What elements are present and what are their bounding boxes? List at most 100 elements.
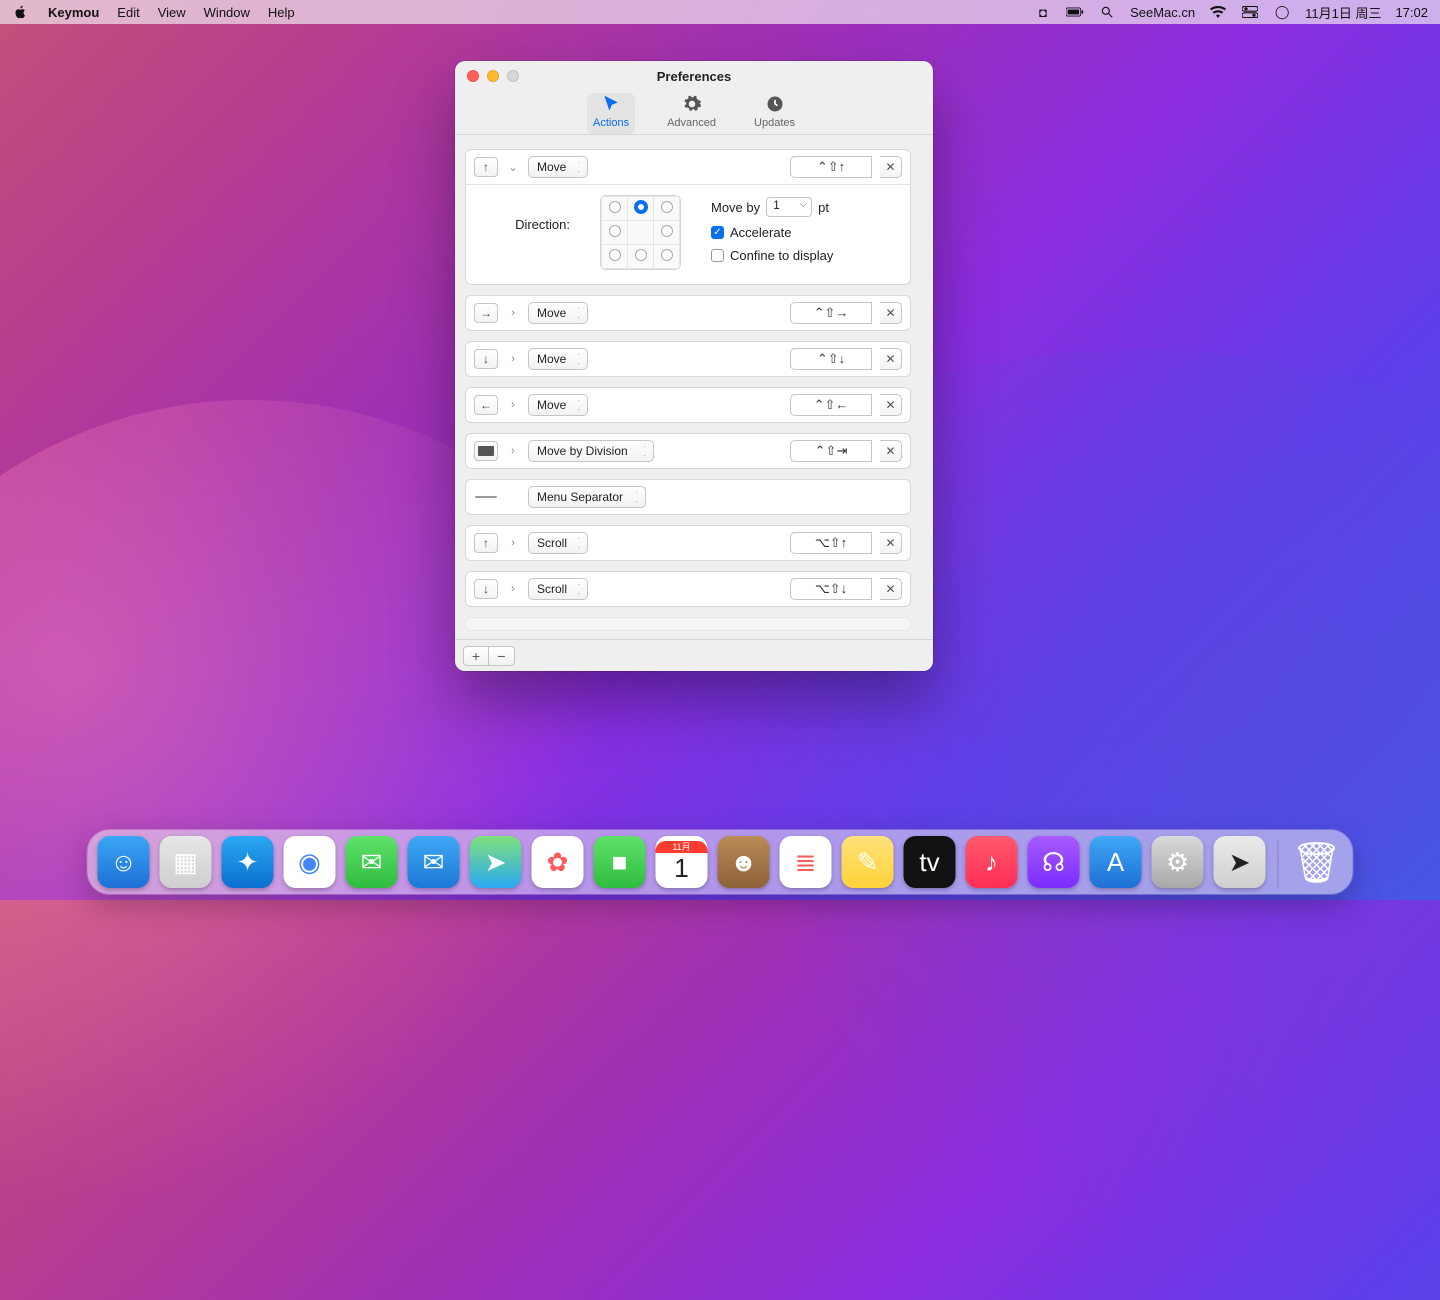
expand-toggle[interactable]: ⌄ (506, 161, 520, 174)
direction-icon-down[interactable]: ↓ (474, 579, 498, 599)
shortcut-field[interactable]: ⌃⇧→ (790, 302, 872, 324)
dock-keymou[interactable]: ➤ (1214, 836, 1266, 888)
apple-menu-icon[interactable] (12, 3, 30, 21)
expand-toggle[interactable]: › (506, 307, 520, 319)
shortcut-field[interactable]: ⌃⇧↓ (790, 348, 872, 370)
menubar-time[interactable]: 17:02 (1395, 5, 1428, 20)
shortcut-clear-button[interactable]: ✕ (880, 532, 902, 554)
shortcut-clear-button[interactable]: ✕ (880, 156, 902, 178)
shortcut-clear-button[interactable]: ✕ (880, 302, 902, 324)
dock-calendar[interactable]: 11月1 (656, 836, 708, 888)
updates-icon (764, 93, 786, 115)
action-select[interactable]: Move (528, 156, 588, 178)
action-select[interactable]: Move by Division (528, 440, 654, 462)
direction-icon-left[interactable]: ← (474, 395, 498, 415)
dock-music[interactable]: ♪ (966, 836, 1018, 888)
add-action-button[interactable]: + (463, 646, 489, 666)
dock-mail[interactable]: ✉ (408, 836, 460, 888)
action-row-menu-separator: Menu Separator (465, 479, 911, 515)
expand-toggle[interactable]: › (506, 353, 520, 365)
tab-updates[interactable]: Updates (748, 93, 801, 134)
moveby-unit: pt (818, 200, 829, 215)
dock-appstore[interactable]: A (1090, 836, 1142, 888)
footer-toolbar: + − (455, 639, 933, 671)
menu-window[interactable]: Window (204, 5, 250, 20)
dock-maps[interactable]: ➤ (470, 836, 522, 888)
action-detail-panel: Direction: Move by 1 pt (466, 184, 910, 284)
action-select[interactable]: Move (528, 394, 588, 416)
dock-launchpad[interactable]: ▦ (160, 836, 212, 888)
moveby-field[interactable]: 1 (766, 197, 812, 217)
tab-updates-label: Updates (754, 117, 795, 129)
dock-facetime[interactable]: ■ (594, 836, 646, 888)
direction-grid[interactable] (600, 195, 681, 270)
action-select[interactable]: Move (528, 302, 588, 324)
siri-icon[interactable]: ◯ (1273, 3, 1291, 21)
gear-icon (681, 93, 703, 115)
dock-contacts[interactable]: ☻ (718, 836, 770, 888)
action-row-move-down: ↓ › Move ⌃⇧↓ ✕ (465, 341, 911, 377)
cursor-icon (600, 93, 622, 115)
action-select[interactable]: Scroll (528, 578, 588, 600)
shortcut-field[interactable]: ⌃⇧↑ (790, 156, 872, 178)
action-row-scroll-down: ↓ › Scroll ⌥⇧↓ ✕ (465, 571, 911, 607)
titlebar[interactable]: Preferences (455, 61, 933, 91)
shortcut-field[interactable]: ⌃⇧⇥ (790, 440, 872, 462)
direction-icon-down[interactable]: ↓ (474, 349, 498, 369)
direction-icon-right[interactable]: → (474, 303, 498, 323)
shortcut-clear-button[interactable]: ✕ (880, 578, 902, 600)
dock-tv[interactable]: tv (904, 836, 956, 888)
expand-toggle[interactable]: › (506, 537, 520, 549)
expand-toggle[interactable]: › (506, 399, 520, 411)
dock-messages[interactable]: ✉ (346, 836, 398, 888)
tab-advanced[interactable]: Advanced (661, 93, 722, 134)
action-row-move-up: ↑ ⌄ Move ⌃⇧↑ ✕ Direction: (465, 149, 911, 285)
status-text[interactable]: SeeMac.cn (1130, 5, 1195, 20)
window-title: Preferences (455, 69, 933, 84)
menu-help[interactable]: Help (268, 5, 295, 20)
dock-notes[interactable]: ✎ (842, 836, 894, 888)
shortcut-field[interactable]: ⌃⇧← (790, 394, 872, 416)
expand-toggle[interactable]: › (506, 445, 520, 457)
app-menu[interactable]: Keymou (48, 5, 99, 20)
direction-icon-up[interactable]: ↑ (474, 533, 498, 553)
tab-actions-label: Actions (593, 117, 629, 129)
dock-trash[interactable]: 🗑 (1291, 836, 1343, 888)
dock-reminders[interactable]: ≣ (780, 836, 832, 888)
direction-up-selected[interactable] (634, 200, 648, 214)
expand-toggle[interactable]: › (506, 583, 520, 595)
status-tray-icon[interactable]: ◘ (1034, 3, 1052, 21)
action-select[interactable]: Move (528, 348, 588, 370)
dock-separator (1278, 840, 1279, 888)
dock-safari[interactable]: ✦ (222, 836, 274, 888)
shortcut-clear-button[interactable]: ✕ (880, 394, 902, 416)
dock-settings[interactable]: ⚙ (1152, 836, 1204, 888)
tab-actions[interactable]: Actions (587, 93, 635, 134)
menubar-date[interactable]: 11月1日 周三 (1305, 3, 1381, 22)
wifi-icon[interactable] (1209, 3, 1227, 21)
direction-label: Direction: (480, 195, 570, 232)
actions-list[interactable]: ↑ ⌄ Move ⌃⇧↑ ✕ Direction: (461, 149, 915, 635)
control-center-icon[interactable] (1241, 3, 1259, 21)
action-select[interactable]: Menu Separator (528, 486, 646, 508)
menu-view[interactable]: View (158, 5, 186, 20)
dock-chrome[interactable]: ◉ (284, 836, 336, 888)
shortcut-field[interactable]: ⌥⇧↑ (790, 532, 872, 554)
moveby-label: Move by (711, 200, 760, 215)
dock-photos[interactable]: ✿ (532, 836, 584, 888)
dock-podcasts[interactable]: ☊ (1028, 836, 1080, 888)
confine-checkbox[interactable] (711, 249, 724, 262)
spotlight-icon[interactable] (1098, 3, 1116, 21)
shortcut-clear-button[interactable]: ✕ (880, 440, 902, 462)
direction-icon-up[interactable]: ↑ (474, 157, 498, 177)
dock-finder[interactable]: ☺ (98, 836, 150, 888)
action-select[interactable]: Scroll (528, 532, 588, 554)
menu-edit[interactable]: Edit (117, 5, 139, 20)
accelerate-checkbox[interactable]: ✓ (711, 226, 724, 239)
battery-icon[interactable] (1066, 3, 1084, 21)
dock: ☺▦✦◉✉✉➤✿■11月1☻≣✎tv♪☊A⚙➤🗑 (88, 830, 1353, 894)
shortcut-clear-button[interactable]: ✕ (880, 348, 902, 370)
division-icon[interactable] (474, 441, 498, 461)
remove-action-button[interactable]: − (489, 646, 515, 666)
shortcut-field[interactable]: ⌥⇧↓ (790, 578, 872, 600)
